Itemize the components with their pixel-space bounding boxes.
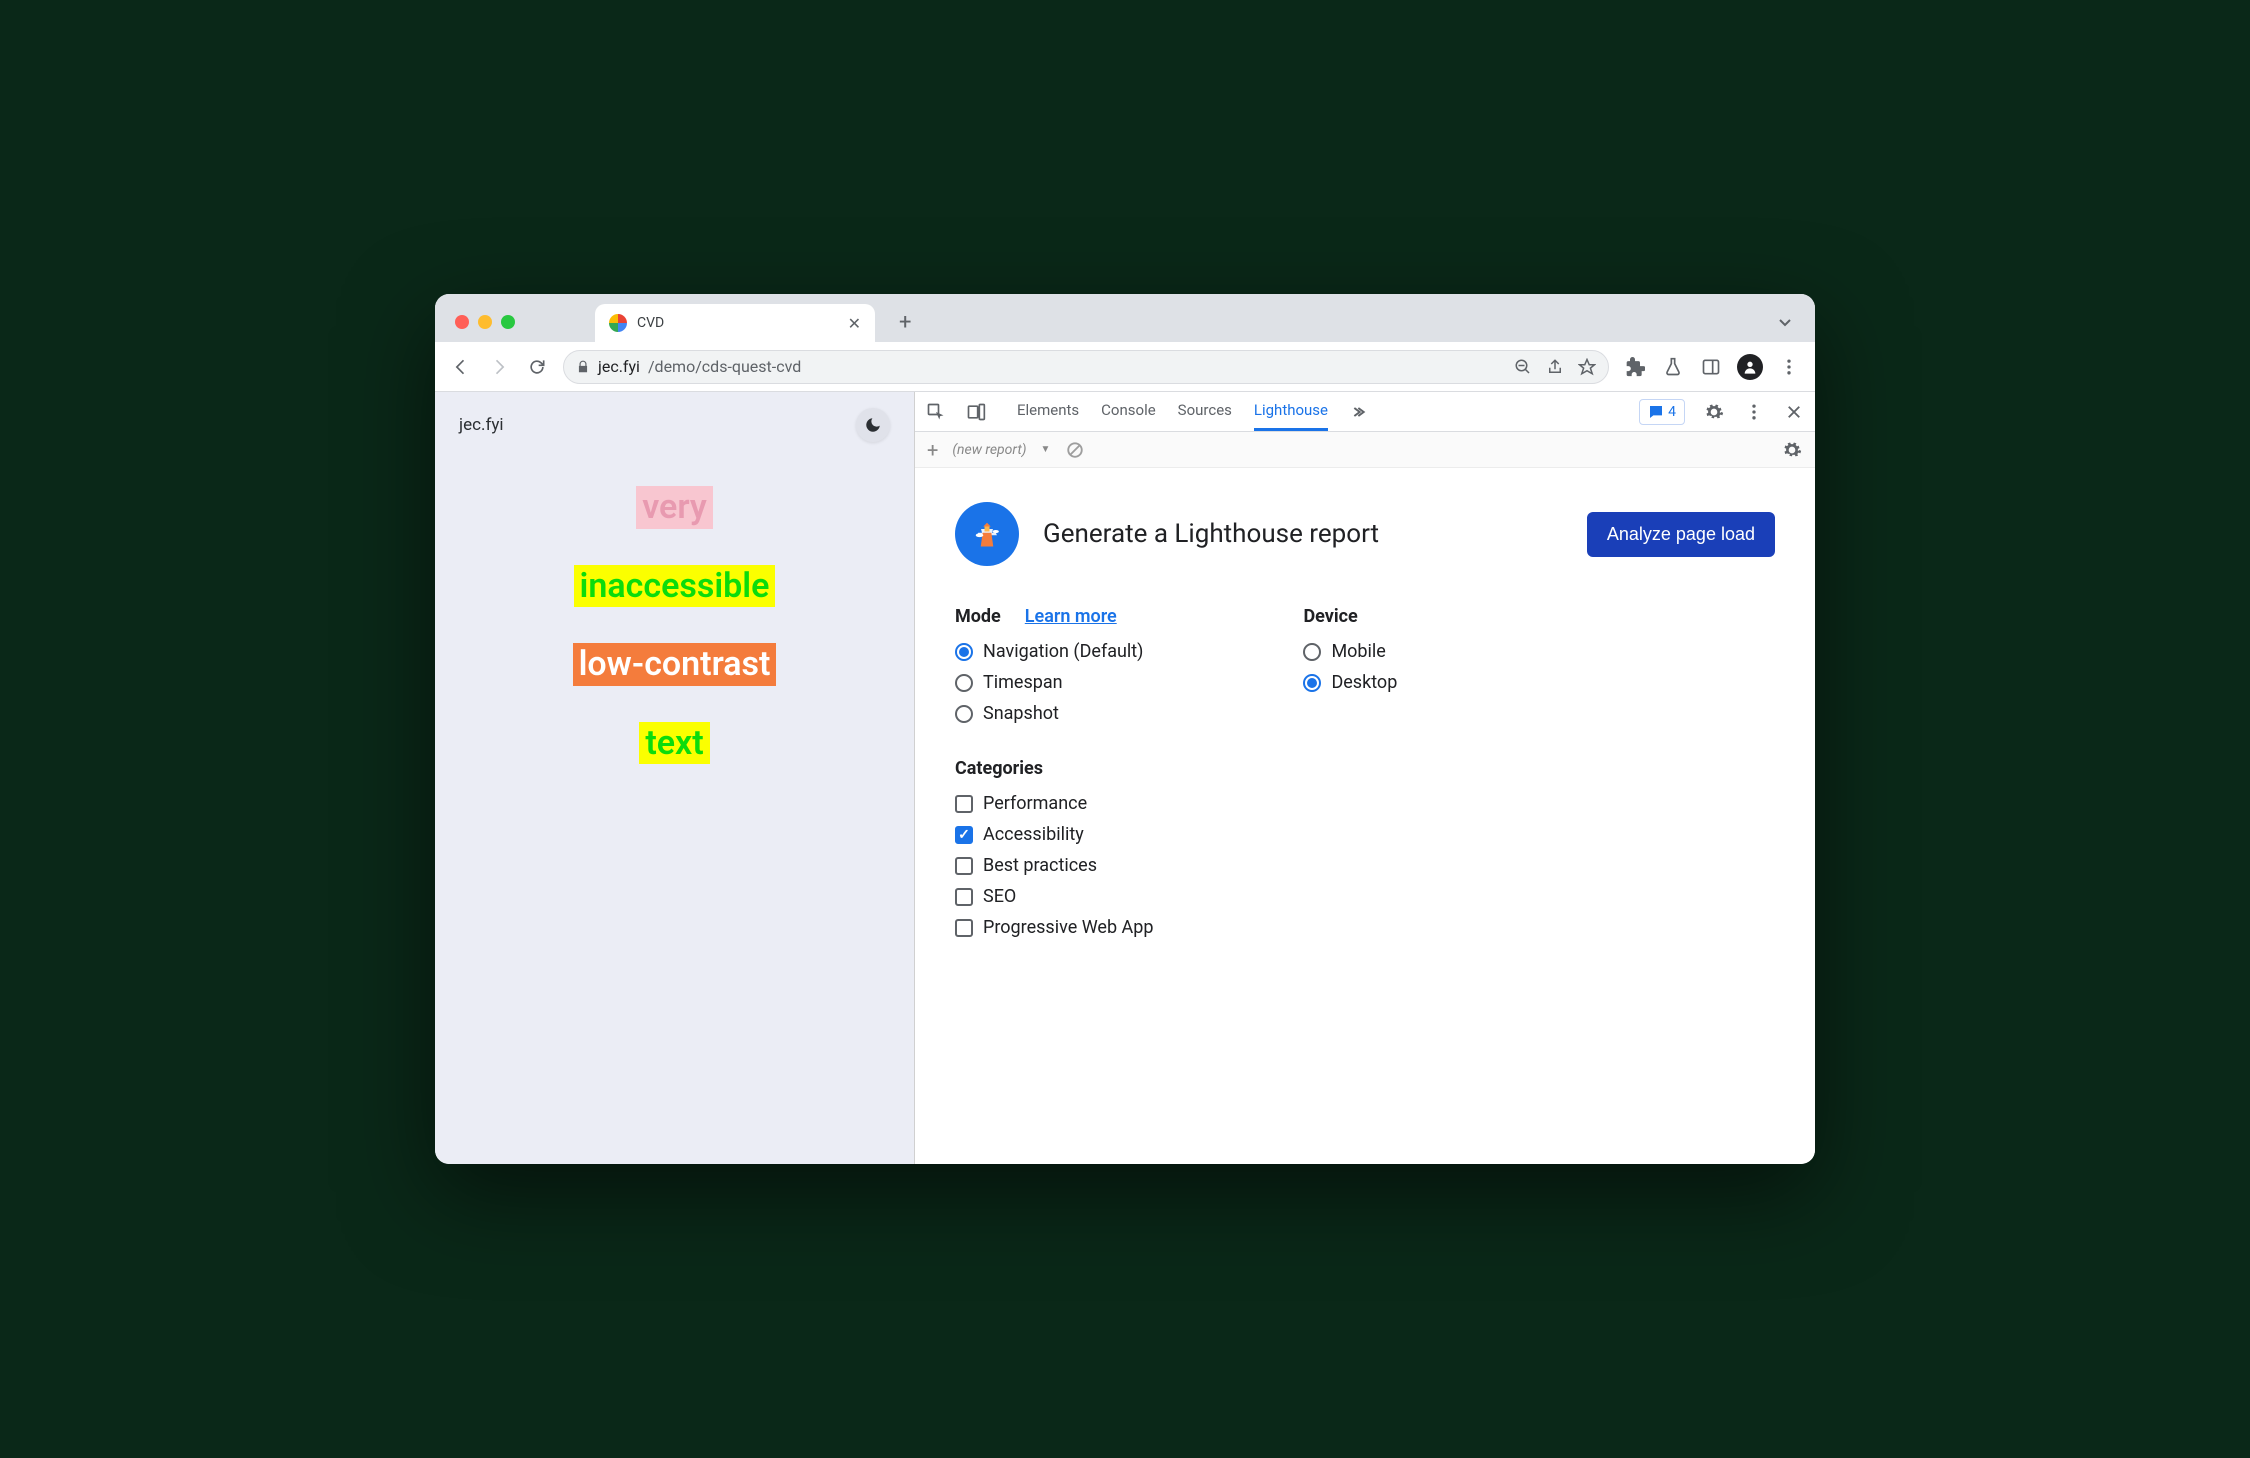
new-report-button[interactable]: + (927, 438, 938, 462)
mode-option-label: Timespan (983, 672, 1063, 693)
demo-line: inaccessible (574, 565, 776, 608)
mode-label: Mode (955, 606, 1001, 627)
device-label: Device (1303, 606, 1357, 627)
device-option-label: Desktop (1331, 672, 1397, 693)
report-select[interactable]: (new report) (952, 442, 1026, 458)
category-option[interactable]: SEO (955, 886, 1775, 907)
device-section: Device Mobile Desktop (1303, 606, 1397, 724)
dark-mode-toggle[interactable] (856, 408, 890, 442)
back-button[interactable] (449, 355, 473, 379)
checkbox-icon (955, 795, 973, 813)
mode-option[interactable]: Navigation (Default) (955, 641, 1143, 662)
tab-elements[interactable]: Elements (1017, 392, 1079, 431)
radio-icon (1303, 674, 1321, 692)
side-panel-button[interactable] (1699, 355, 1723, 379)
page-viewport: jec.fyi very inaccessible low-contrast t… (435, 392, 915, 1164)
devtools-menu-button[interactable] (1743, 401, 1765, 423)
zoom-icon[interactable] (1514, 358, 1532, 376)
favicon-icon (609, 314, 627, 332)
browser-menu-button[interactable] (1777, 355, 1801, 379)
demo-content: very inaccessible low-contrast text (435, 450, 914, 1164)
device-option-label: Mobile (1331, 641, 1385, 662)
close-tab-button[interactable]: ✕ (848, 314, 861, 333)
issues-count: 4 (1668, 404, 1676, 420)
checkbox-icon (955, 826, 973, 844)
radio-icon (1303, 643, 1321, 661)
category-option[interactable]: Best practices (955, 855, 1775, 876)
devtools-panel: Elements Console Sources Lighthouse 4 (915, 392, 1815, 1164)
category-option-label: SEO (983, 886, 1016, 907)
clear-report-button[interactable] (1064, 439, 1086, 461)
demo-line: text (639, 722, 709, 765)
mode-section: Mode Learn more Navigation (Default) Time… (955, 606, 1143, 724)
mode-option-label: Navigation (Default) (983, 641, 1143, 662)
tab-lighthouse[interactable]: Lighthouse (1254, 392, 1328, 431)
category-option-label: Progressive Web App (983, 917, 1153, 938)
categories-section: Categories Performance Accessibility Best … (955, 758, 1775, 938)
browser-tab[interactable]: CVD ✕ (595, 304, 875, 342)
checkbox-icon (955, 919, 973, 937)
chevron-down-icon: ▼ (1041, 444, 1051, 455)
radio-icon (955, 705, 973, 723)
device-option[interactable]: Desktop (1303, 672, 1397, 693)
lighthouse-title: Generate a Lighthouse report (1043, 519, 1563, 549)
browser-window: CVD ✕ + jec.fyi/demo/cds-quest-cvd (435, 294, 1815, 1164)
site-name: jec.fyi (459, 415, 504, 435)
category-option-label: Accessibility (983, 824, 1084, 845)
category-option[interactable]: Performance (955, 793, 1775, 814)
issues-button[interactable]: 4 (1639, 399, 1685, 425)
window-controls (455, 315, 515, 329)
address-bar[interactable]: jec.fyi/demo/cds-quest-cvd (563, 350, 1609, 384)
maximize-window-button[interactable] (501, 315, 515, 329)
minimize-window-button[interactable] (478, 315, 492, 329)
devtools-settings-button[interactable] (1703, 401, 1725, 423)
device-toolbar-button[interactable] (965, 401, 987, 423)
tab-sources[interactable]: Sources (1178, 392, 1232, 431)
category-option-label: Best practices (983, 855, 1097, 876)
mode-option[interactable]: Timespan (955, 672, 1143, 693)
content-area: jec.fyi very inaccessible low-contrast t… (435, 392, 1815, 1164)
bookmark-icon[interactable] (1578, 358, 1596, 376)
lighthouse-logo-icon (955, 502, 1019, 566)
tab-title: CVD (637, 315, 838, 331)
category-option[interactable]: Progressive Web App (955, 917, 1775, 938)
devtools-topbar: Elements Console Sources Lighthouse 4 (915, 392, 1815, 432)
url-host: jec.fyi (598, 357, 640, 376)
checkbox-icon (955, 857, 973, 875)
mode-option-label: Snapshot (983, 703, 1059, 724)
tab-console[interactable]: Console (1101, 392, 1156, 431)
lighthouse-settings-button[interactable] (1781, 439, 1803, 461)
category-option-label: Performance (983, 793, 1087, 814)
forward-button[interactable] (487, 355, 511, 379)
tab-search-button[interactable] (1777, 314, 1793, 330)
share-icon[interactable] (1546, 358, 1564, 376)
url-path: /demo/cds-quest-cvd (648, 357, 801, 376)
devtools-tabs: Elements Console Sources Lighthouse (1017, 392, 1372, 431)
close-window-button[interactable] (455, 315, 469, 329)
more-tabs-button[interactable] (1350, 401, 1372, 423)
tab-strip: CVD ✕ + (435, 294, 1815, 342)
demo-line: low-contrast (573, 643, 777, 686)
profile-avatar[interactable] (1737, 354, 1763, 380)
close-devtools-button[interactable] (1783, 401, 1805, 423)
labs-button[interactable] (1661, 355, 1685, 379)
reload-button[interactable] (525, 355, 549, 379)
mode-option[interactable]: Snapshot (955, 703, 1143, 724)
analyze-page-load-button[interactable]: Analyze page load (1587, 512, 1775, 557)
new-tab-button[interactable]: + (891, 306, 919, 339)
category-option[interactable]: Accessibility (955, 824, 1775, 845)
radio-icon (955, 643, 973, 661)
learn-more-link[interactable]: Learn more (1025, 606, 1117, 627)
toolbar: jec.fyi/demo/cds-quest-cvd (435, 342, 1815, 392)
inspect-element-button[interactable] (925, 401, 947, 423)
extensions-button[interactable] (1623, 355, 1647, 379)
lighthouse-panel: Generate a Lighthouse report Analyze pag… (915, 468, 1815, 1164)
radio-icon (955, 674, 973, 692)
lock-icon (576, 360, 590, 374)
lighthouse-subbar: + (new report) ▼ (915, 432, 1815, 468)
device-option[interactable]: Mobile (1303, 641, 1397, 662)
categories-label: Categories (955, 758, 1043, 779)
checkbox-icon (955, 888, 973, 906)
demo-line: very (636, 486, 713, 529)
